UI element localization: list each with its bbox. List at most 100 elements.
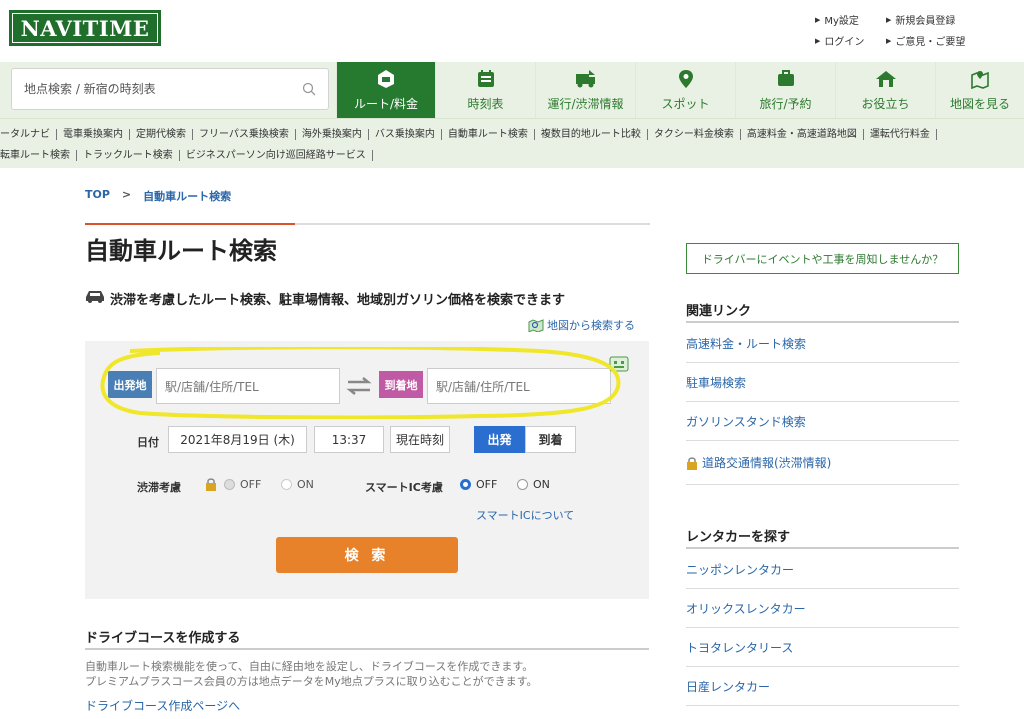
triangle-icon: ▶: [886, 36, 892, 45]
search-button[interactable]: 検 索: [276, 537, 458, 573]
arrive-toggle[interactable]: 到着: [525, 426, 576, 453]
traffic-on-label: ON: [297, 478, 314, 491]
nav-traffic[interactable]: 運行/渋滞情報: [535, 62, 635, 118]
map-search-label[interactable]: 地図から検索する: [547, 317, 635, 333]
sub-nav-link[interactable]: 転車ルート検索: [0, 150, 77, 161]
rental-link-label[interactable]: 日産レンタカー: [686, 678, 770, 695]
depart-toggle[interactable]: 出発: [474, 426, 525, 453]
related-link-label[interactable]: 道路交通情報(渋滞情報): [702, 454, 831, 471]
rental-link-nippon[interactable]: ニッポンレンタカー: [686, 550, 959, 589]
house-icon: [875, 70, 896, 87]
suitcase-icon: [777, 69, 794, 86]
traffic-off-radio[interactable]: OFF: [224, 478, 261, 491]
car-route-icon: [378, 69, 394, 88]
my-settings-label[interactable]: My設定: [824, 12, 859, 27]
sub-nav-link[interactable]: バス乗換案内: [369, 129, 442, 140]
smartic-on-label: ON: [533, 478, 550, 491]
sub-nav-row: ータルナビ 電車乗換案内 定期代検索 フリーパス乗換検索 海外乗換案内 バス乗換案内 自動車…: [0, 129, 937, 140]
navitime-logo[interactable]: NAVITIME: [9, 10, 161, 46]
nav-spot[interactable]: スポット: [635, 62, 735, 118]
nav-label: ルート/料金: [353, 96, 419, 111]
login-label[interactable]: ログイン: [824, 33, 864, 48]
sub-nav-link[interactable]: 運転代行料金: [864, 129, 937, 140]
sub-nav-link[interactable]: 定期代検索: [130, 129, 193, 140]
nav-map[interactable]: 地図を見る: [935, 62, 1024, 118]
nav-travel[interactable]: 旅行/予約: [735, 62, 835, 118]
login-link[interactable]: ▶ ログイン: [815, 33, 864, 49]
section-divider: [85, 648, 649, 650]
nav-useful[interactable]: お役立ち: [835, 62, 935, 118]
time-value: 13:37: [331, 432, 367, 447]
traffic-label: 渋滞考慮: [137, 481, 181, 494]
sub-nav-link[interactable]: 高速料金・高速道路地図: [741, 129, 864, 140]
drive-course-desc-1: 自動車ルート検索機能を使って、自由に経由地を設定し、ドライブコースを作成できます…: [85, 660, 534, 673]
related-link-label[interactable]: 高速料金・ルート検索: [686, 335, 806, 352]
sub-nav-link[interactable]: フリーパス乗換検索: [193, 129, 296, 140]
sub-nav-link[interactable]: 複数目的地ルート比較: [535, 129, 648, 140]
sub-nav-link[interactable]: 自動車ルート検索: [442, 129, 535, 140]
rental-link-label[interactable]: トヨタレンタリース: [686, 639, 793, 656]
car-icon: [86, 291, 104, 303]
nav-route-fare[interactable]: ルート/料金: [336, 62, 435, 118]
lock-icon: [206, 478, 216, 491]
rental-link-orix[interactable]: オリックスレンタカー: [686, 589, 959, 628]
register-link[interactable]: ▶ 新規会員登録: [886, 12, 955, 28]
date-label: 日付: [137, 436, 159, 449]
related-link-label[interactable]: ガソリンスタンド検索: [686, 413, 806, 430]
smartic-info-link[interactable]: スマートICについて: [476, 507, 574, 523]
page-title: 自動車ルート検索: [85, 237, 277, 265]
related-link-gas[interactable]: ガソリンスタンド検索: [686, 402, 959, 441]
sub-nav-link[interactable]: 電車乗換案内: [57, 129, 130, 140]
drive-course-link[interactable]: ドライブコース作成ページへ: [85, 697, 240, 714]
related-link-label[interactable]: 駐車場検索: [686, 374, 746, 391]
map-search-icon: [528, 319, 544, 332]
search-icon[interactable]: [302, 82, 316, 96]
time-field[interactable]: 13:37: [314, 426, 384, 453]
related-link-traffic[interactable]: 道路交通情報(渋滞情報): [686, 441, 959, 485]
section-divider: [686, 547, 959, 549]
traffic-off-label: OFF: [240, 478, 262, 491]
nav-label: 地図を見る: [949, 96, 1010, 111]
radio-icon: [460, 479, 471, 490]
drive-course-heading: ドライブコースを作成する: [85, 631, 241, 646]
rental-link-label[interactable]: ニッポンレンタカー: [686, 561, 794, 578]
feedback-link[interactable]: ▶ ご意見・ご要望: [886, 33, 965, 49]
nav-timetable[interactable]: 時刻表: [435, 62, 535, 118]
driver-notice-banner[interactable]: ドライバーにイベントや工事を周知しませんか？: [686, 243, 959, 274]
map-search-link[interactable]: 地図から検索する: [528, 317, 635, 333]
sub-nav-link[interactable]: トラックルート検索: [77, 150, 180, 161]
my-settings-link[interactable]: ▶ My設定: [815, 12, 859, 28]
breadcrumb-current[interactable]: 自動車ルート検索: [143, 188, 231, 204]
smartic-on-radio[interactable]: ON: [517, 478, 550, 491]
feedback-label[interactable]: ご意見・ご要望: [895, 33, 965, 48]
title-accent: [85, 223, 295, 225]
smartic-off-radio[interactable]: OFF: [460, 478, 497, 491]
search-input[interactable]: [24, 82, 284, 96]
nav-label: 旅行/予約: [759, 96, 812, 111]
nav-label: スポット: [661, 96, 710, 111]
date-field[interactable]: 2021年8月19日 (木): [168, 426, 307, 453]
related-link-parking[interactable]: 駐車場検索: [686, 363, 959, 402]
rental-link-label[interactable]: オリックスレンタカー: [686, 600, 806, 617]
rental-link-nissan[interactable]: 日産レンタカー: [686, 667, 959, 706]
sub-nav-link[interactable]: ータルナビ: [0, 129, 57, 140]
nav-label: 時刻表: [467, 96, 504, 111]
yellow-highlight-annotation: [100, 347, 621, 419]
sub-nav-link[interactable]: 海外乗換案内: [296, 129, 369, 140]
traffic-on-radio[interactable]: ON: [281, 478, 314, 491]
radio-icon: [517, 479, 528, 490]
lock-icon: [687, 456, 697, 470]
radio-icon: [281, 479, 292, 490]
now-button[interactable]: 現在時刻: [390, 426, 450, 453]
search-box[interactable]: [11, 68, 329, 110]
triangle-icon: ▶: [815, 15, 821, 24]
rental-link-toyota[interactable]: トヨタレンタリース: [686, 628, 959, 667]
sub-nav-link[interactable]: タクシー料金検索: [648, 129, 741, 140]
breadcrumb-top-link[interactable]: TOP: [85, 188, 110, 204]
related-link-highway[interactable]: 高速料金・ルート検索: [686, 324, 959, 363]
timetable-icon: [477, 69, 494, 87]
smartic-off-label: OFF: [476, 478, 498, 491]
sub-nav-link[interactable]: ビジネスパーソン向け巡回経路サービス: [180, 150, 373, 161]
breadcrumb: TOP > 自動車ルート検索: [85, 188, 231, 204]
register-label[interactable]: 新規会員登録: [895, 12, 955, 27]
